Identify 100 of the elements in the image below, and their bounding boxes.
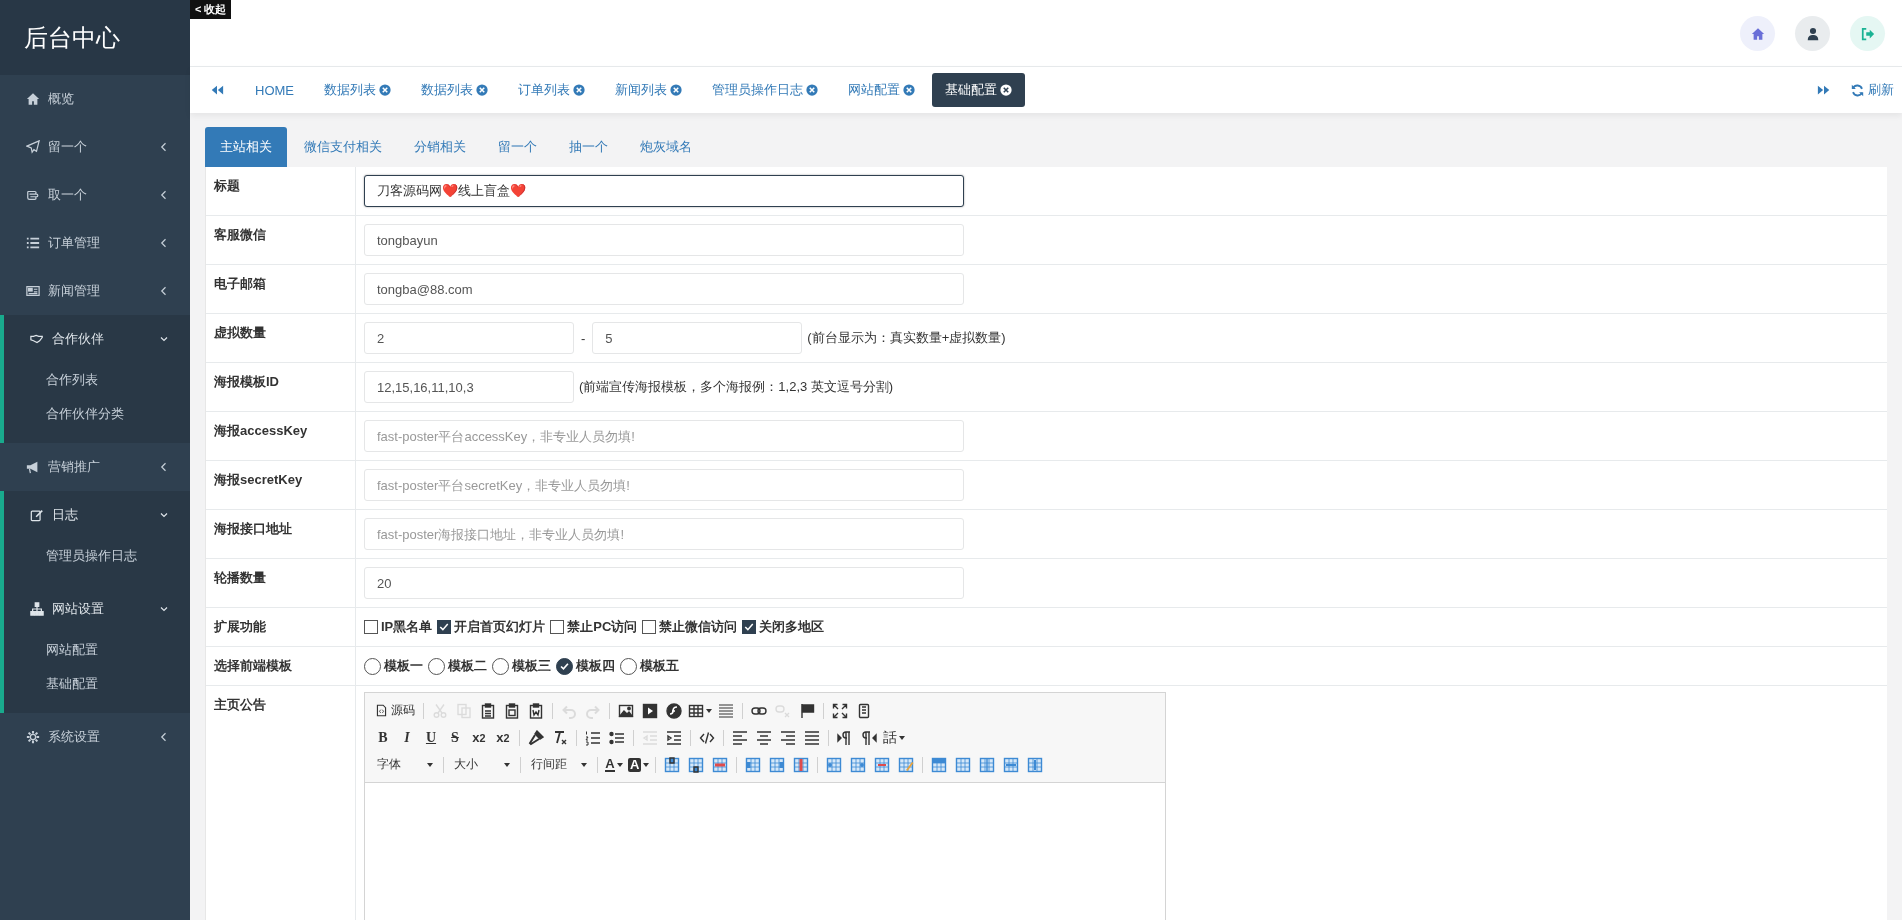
checkbox-label[interactable]: 开启首页幻灯片 <box>454 618 546 636</box>
sitemap-icon <box>30 602 44 616</box>
check-icon <box>438 621 451 633</box>
logout-button[interactable] <box>1850 16 1885 51</box>
sidebar-subitem[interactable]: 合作列表 <box>4 363 190 397</box>
text-field[interactable]: tongbayun <box>364 224 964 256</box>
text-field[interactable]: fast-poster海报接口地址，非专业人员勿填! <box>364 518 964 550</box>
text-field[interactable]: 2 <box>364 322 574 354</box>
sidebar-subitem[interactable]: 管理员操作日志 <box>4 539 190 573</box>
bullhorn-icon <box>26 460 40 474</box>
page-tab[interactable]: 新闻列表 <box>602 73 695 107</box>
text-field[interactable]: 刀客源码网❤线上盲盒❤ <box>364 175 964 207</box>
double-arrow-left-icon <box>210 83 224 97</box>
close-icon[interactable] <box>903 84 915 96</box>
checkbox[interactable] <box>550 620 565 634</box>
sidebar-item[interactable]: 取一个 <box>0 171 190 219</box>
field-label: 客服微信 <box>206 216 356 264</box>
field-label: 选择前端模板 <box>206 647 356 685</box>
toolbar-dropdown[interactable]: 字体 <box>371 756 439 773</box>
logout-icon <box>1860 26 1875 41</box>
checkbox[interactable] <box>642 620 657 634</box>
text-field[interactable]: tongba@88.com <box>364 273 964 305</box>
field-label: 主页公告 <box>206 686 356 920</box>
refresh-icon <box>1851 83 1864 97</box>
home-icon <box>26 92 40 106</box>
field-hint: (前端宣传海报模板，多个海报例：1,2,3 英文逗号分割) <box>579 378 894 396</box>
section-tab[interactable]: 微信支付相关 <box>289 127 397 167</box>
font-color-dropdown[interactable]: A <box>602 754 626 775</box>
close-icon[interactable] <box>670 84 682 96</box>
radio-label[interactable]: 模板一 <box>384 657 423 675</box>
field-label: 海报secretKey <box>206 461 356 509</box>
radio-label[interactable]: 模板二 <box>448 657 487 675</box>
toolbar-dropdown[interactable]: 行间距 <box>525 756 593 773</box>
sidebar-item[interactable]: 新闻管理 <box>0 267 190 315</box>
refresh-button[interactable]: 刷新 <box>1851 81 1894 99</box>
checkbox[interactable] <box>437 620 452 634</box>
section-tab[interactable]: 炮灰域名 <box>625 127 707 167</box>
sidebar-subitem[interactable]: 基础配置 <box>4 667 190 701</box>
text-field[interactable]: 12,15,16,11,10,3 <box>364 371 574 403</box>
source-code-icon <box>375 704 388 717</box>
section-tab[interactable]: 留一个 <box>483 127 552 167</box>
page-tab[interactable]: 数据列表 <box>408 73 501 107</box>
section-tab[interactable]: 分销相关 <box>399 127 481 167</box>
checkbox-label[interactable]: IP黑名单 <box>381 618 433 636</box>
highlight-color-dropdown[interactable]: A <box>626 754 652 775</box>
field-label: 海报接口地址 <box>206 510 356 558</box>
checkbox-label[interactable]: 关闭多地区 <box>759 618 825 636</box>
sidebar-item[interactable]: 合作伙伴 <box>4 315 190 363</box>
toolbar-dropdown[interactable]: 大小 <box>448 756 516 773</box>
sidebar-item[interactable]: 日志 <box>4 491 190 539</box>
sidebar-item[interactable]: 网站设置 <box>4 585 190 633</box>
text-field[interactable]: fast-poster平台secretKey，非专业人员勿填! <box>364 469 964 501</box>
close-icon[interactable] <box>1000 84 1012 96</box>
checkbox-label[interactable]: 禁止PC访问 <box>567 618 638 636</box>
checkbox-label[interactable]: 禁止微信访问 <box>659 618 738 636</box>
field-label: 轮播数量 <box>206 559 356 607</box>
radio-label[interactable]: 模板三 <box>512 657 551 675</box>
close-icon[interactable] <box>379 84 391 96</box>
checkbox[interactable] <box>742 620 757 634</box>
text-field[interactable]: fast-poster平台accessKey，非专业人员勿填! <box>364 420 964 452</box>
format-letter-button[interactable]: U <box>419 727 443 748</box>
field-label: 电子邮箱 <box>206 265 356 313</box>
format-letter-button[interactable]: S <box>443 727 467 748</box>
page-tab[interactable]: HOME <box>242 74 307 106</box>
user-button[interactable] <box>1795 16 1830 51</box>
text-field[interactable]: 20 <box>364 567 964 599</box>
close-icon[interactable] <box>476 84 488 96</box>
sidebar-subitem[interactable]: 网站配置 <box>4 633 190 667</box>
collapse-button[interactable]: < 收起 <box>190 0 232 19</box>
close-icon[interactable] <box>573 84 585 96</box>
check-icon <box>559 660 570 672</box>
page-tab[interactable]: 管理员操作日志 <box>699 73 831 107</box>
format-letter-button[interactable]: B <box>371 727 395 748</box>
sidebar-item[interactable]: 系统设置 <box>0 713 190 761</box>
sidebar-subitem[interactable]: 合作伙伴分类 <box>4 397 190 431</box>
field-label: 海报模板ID <box>206 363 356 411</box>
sidebar-item[interactable]: 营销推广 <box>0 443 190 491</box>
user-icon <box>1805 26 1820 41</box>
text-field[interactable]: 5 <box>592 322 803 354</box>
sidebar-item[interactable]: 概览 <box>0 75 190 123</box>
checkbox[interactable] <box>364 620 378 634</box>
sidebar-item[interactable]: 订单管理 <box>0 219 190 267</box>
home-icon <box>1750 26 1765 41</box>
close-icon[interactable] <box>806 84 818 96</box>
page-tab[interactable]: 基础配置 <box>932 73 1025 107</box>
radio-label[interactable]: 模板四 <box>576 657 615 675</box>
page-tab[interactable]: 网站配置 <box>835 73 928 107</box>
section-tab[interactable]: 抽一个 <box>554 127 623 167</box>
check-icon <box>743 621 756 633</box>
page-tab[interactable]: 数据列表 <box>311 73 404 107</box>
page-tab[interactable]: 订单列表 <box>505 73 598 107</box>
section-tab[interactable]: 主站相关 <box>205 127 287 167</box>
newspaper-icon <box>26 284 40 298</box>
radio-button[interactable] <box>556 657 573 675</box>
format-letter-button[interactable]: I <box>395 727 419 748</box>
sidebar-item[interactable]: 留一个 <box>0 123 190 171</box>
home-button[interactable] <box>1740 16 1775 51</box>
source-button[interactable]: 源码 <box>371 700 419 721</box>
language-dropdown[interactable]: 話 <box>881 727 907 748</box>
radio-label[interactable]: 模板五 <box>640 657 679 675</box>
